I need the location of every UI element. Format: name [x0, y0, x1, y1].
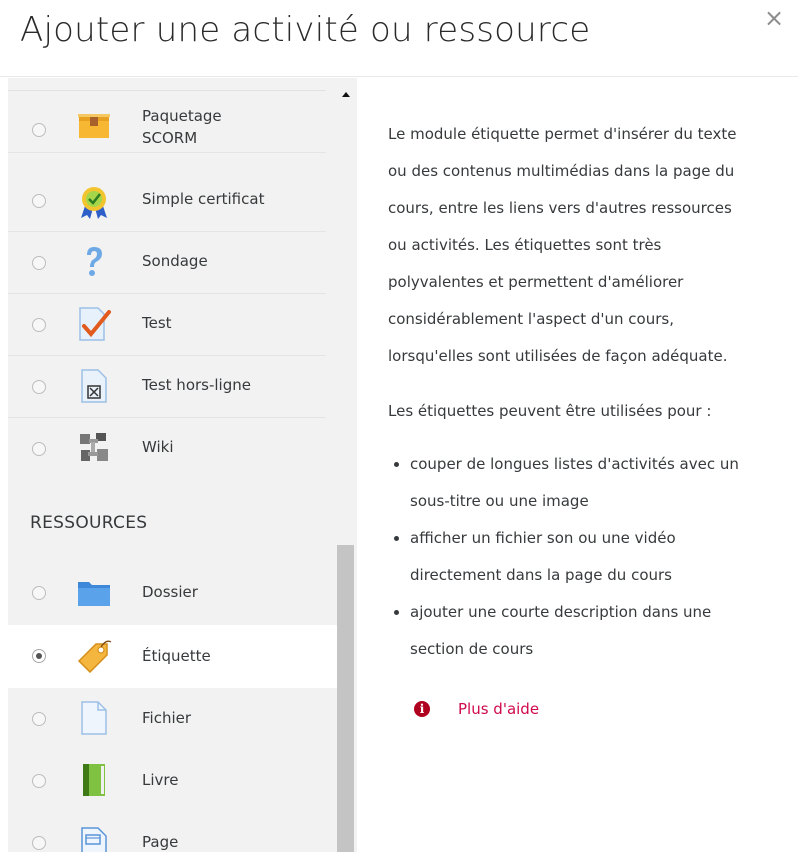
radio-wiki[interactable] [32, 442, 46, 456]
radio-test[interactable] [32, 318, 46, 332]
row-divider [8, 152, 326, 153]
wiki-icon [76, 430, 112, 466]
option-simple-certificat[interactable]: Simple certificat [8, 170, 338, 232]
radio-page[interactable] [32, 836, 46, 850]
radio-etiquette[interactable] [32, 649, 46, 663]
help-link[interactable]: i Plus d'aide [414, 700, 539, 718]
option-wiki[interactable]: Wiki [8, 418, 338, 480]
radio-sondage[interactable] [32, 256, 46, 270]
option-test[interactable]: Test [8, 294, 338, 356]
description-paragraph-2: Les étiquettes peuvent être utilisées po… [388, 402, 712, 420]
radio-dossier[interactable] [32, 586, 46, 600]
option-etiquette[interactable]: Étiquette [8, 625, 338, 688]
item-label: Sondage [142, 252, 208, 270]
module-chooser-list[interactable]: Paquetage SCORM Simple certificat Sondage [8, 78, 357, 852]
list-item: afficher un fichier son ou une vidéo dire… [388, 520, 784, 594]
scorm-package-icon [76, 107, 112, 143]
item-label: Dossier [142, 583, 198, 601]
help-link-text[interactable]: Plus d'aide [458, 700, 539, 718]
scroll-up-icon[interactable] [342, 92, 350, 97]
header-divider [0, 76, 798, 77]
label-tag-icon [76, 637, 112, 674]
quiz-checkmark-icon [76, 306, 112, 342]
option-fichier[interactable]: Fichier [8, 688, 338, 750]
option-dossier[interactable]: Dossier [8, 564, 338, 626]
radio-simple-certificat[interactable] [32, 194, 46, 208]
item-label: Paquetage SCORM [142, 107, 222, 147]
scroll-thumb[interactable] [337, 545, 354, 852]
item-label: Test [142, 314, 172, 332]
info-icon: i [414, 701, 430, 717]
usage-list: couper de longues listes d'activités ave… [388, 446, 784, 668]
folder-icon [76, 574, 112, 610]
book-icon [76, 762, 112, 798]
list-scrollbar[interactable] [336, 78, 356, 852]
list-item: ajouter une courte description dans une s… [388, 594, 784, 668]
question-mark-icon [76, 244, 112, 280]
close-icon[interactable]: × [762, 6, 786, 30]
option-livre[interactable]: Livre [8, 750, 338, 812]
radio-scorm-package[interactable] [32, 123, 46, 137]
option-scorm-package[interactable]: Paquetage SCORM [8, 91, 338, 153]
page-icon [76, 822, 112, 852]
item-label: Livre [142, 771, 179, 789]
modal-title: Ajouter une activité ou ressource [20, 10, 591, 50]
item-label: Fichier [142, 709, 192, 727]
item-label: Simple certificat [142, 190, 265, 208]
certificate-icon [76, 184, 112, 220]
option-test-hors-ligne[interactable]: Test hors-ligne [8, 356, 338, 418]
file-icon [76, 700, 112, 736]
option-sondage[interactable]: Sondage [8, 232, 338, 294]
description-paragraph-1: Le module étiquette permet d'insérer du … [388, 125, 737, 365]
radio-fichier[interactable] [32, 712, 46, 726]
item-label: Page [142, 833, 179, 851]
item-label: Test hors-ligne [142, 376, 251, 394]
radio-test-hors-ligne[interactable] [32, 380, 46, 394]
section-heading-resources: RESSOURCES [30, 513, 148, 533]
list-item: couper de longues listes d'activités ave… [388, 446, 784, 520]
item-label: Étiquette [142, 647, 211, 665]
module-description: Le module étiquette permet d'insérer du … [388, 116, 784, 668]
offline-quiz-icon [76, 368, 112, 404]
radio-livre[interactable] [32, 774, 46, 788]
item-label: Wiki [142, 438, 174, 456]
option-page[interactable]: Page [8, 812, 338, 852]
